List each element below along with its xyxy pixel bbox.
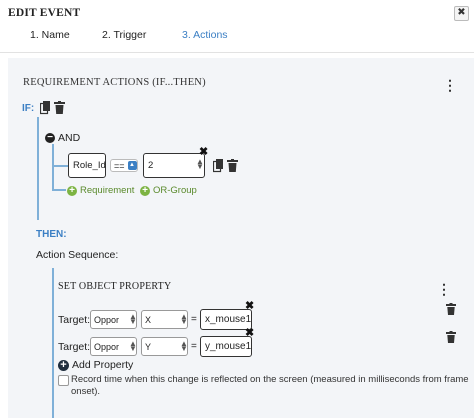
target-property-value: Y [145,341,152,352]
chevron-down-icon: ▲ [127,161,137,170]
delete-row-icon[interactable] [446,331,456,343]
and-group[interactable]: − AND [45,132,80,144]
add-property-label: Add Property [72,359,134,371]
and-label: AND [58,132,81,144]
target-value: y_mouse1 [205,341,252,352]
number-stepper-icon[interactable]: ▲ ▼ [196,158,204,171]
target-object-value: Oppor [94,314,120,325]
dialog-title: EDIT EVENT [8,7,81,19]
action-sequence-label: Action Sequence: [36,249,119,261]
remove-condition-icon[interactable]: ✖ [199,147,208,158]
tab-trigger[interactable]: 2. Trigger [102,29,146,41]
target-label: Target: [58,314,91,326]
tab-name[interactable]: 1. Name [30,29,70,41]
record-time-checkbox[interactable] [58,375,69,386]
and-branch [52,165,68,167]
target-property-select[interactable]: X ▲ ▼ [141,310,188,329]
and-tree-line [52,144,54,189]
condition-left-value: Role_Id [73,160,106,171]
plus-icon: + [67,185,77,196]
record-time-label: Record time when this change is reflecte… [71,374,469,397]
delete-condition-icon[interactable] [227,159,238,172]
requirement-menu-icon[interactable]: ⋮ [443,78,457,92]
remove-value-icon[interactable]: ✖ [245,301,254,312]
sequence-tree-line [52,268,54,418]
then-label: THEN: [36,229,67,240]
operator-value: == [114,160,125,171]
target-property-select[interactable]: Y ▲ ▼ [141,337,188,356]
select-arrows-icon: ▲ ▼ [129,339,137,353]
select-arrows-icon: ▲ ▼ [180,339,188,353]
copy-icon[interactable] [40,101,52,115]
condition-right-value: 2 [148,160,154,171]
select-arrows-icon: ▲ ▼ [180,312,188,326]
header-divider [0,52,474,53]
add-or-group-button[interactable]: + OR-Group [140,185,197,196]
target-object-select[interactable]: Oppor ▲ ▼ [90,310,137,329]
tab-actions[interactable]: 3. Actions [182,29,228,41]
remove-value-icon[interactable]: ✖ [245,328,254,339]
close-icon[interactable]: ✖ [454,6,469,21]
add-or-group-label: OR-Group [153,185,197,196]
and-branch-end [52,189,66,191]
trash-icon[interactable] [54,101,65,114]
condition-left-field[interactable]: Role_Id [68,153,106,178]
target-label: Target: [58,341,91,353]
equals-sign: = [191,314,197,325]
target-property-value: X [145,314,152,325]
copy-condition-icon[interactable] [213,159,225,173]
target-value-field[interactable]: y_mouse1 [200,336,252,357]
delete-row-icon[interactable] [446,303,456,315]
if-tree-line [37,117,39,220]
target-value: x_mouse1 [205,314,252,325]
if-label: IF: [22,103,35,114]
target-object-value: Oppor [94,341,120,352]
select-arrows-icon: ▲ ▼ [129,312,137,326]
add-requirement-button[interactable]: + Requirement [67,185,134,196]
collapse-icon[interactable]: − [45,133,55,143]
plus-circle-icon: + [58,359,69,371]
action-menu-icon[interactable]: ⋮ [437,282,451,296]
add-property-button[interactable]: + Add Property [58,359,133,371]
action-title: SET OBJECT PROPERTY [58,281,172,292]
operator-select[interactable]: == ▲ [110,159,138,172]
equals-sign: = [191,341,197,352]
plus-icon: + [140,185,150,196]
target-object-select[interactable]: Oppor ▲ ▼ [90,337,137,356]
add-requirement-label: Requirement [80,185,135,196]
requirement-title: REQUIREMENT ACTIONS (IF...THEN) [23,77,206,88]
